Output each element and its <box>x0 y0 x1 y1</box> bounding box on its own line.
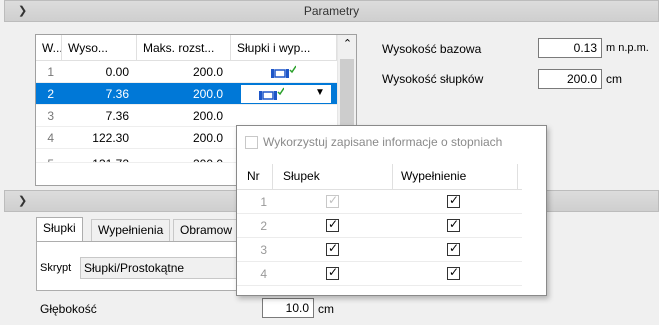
dropdown-arrow-icon[interactable]: ▼ <box>315 87 325 98</box>
tab-obramowanie[interactable]: Obramow <box>173 219 239 241</box>
table-row[interactable]: 1 0.00 200.0 <box>36 61 338 83</box>
row-number: 4 <box>260 267 267 281</box>
popup-row: 2 ✓ ✓ <box>237 214 522 238</box>
popup-row: 4 ✓ ✓ <box>237 262 522 286</box>
height-cell[interactable]: 0.00 <box>62 61 137 83</box>
post-checkbox: ✓ <box>326 193 339 208</box>
depth-label: Głębokość <box>40 302 97 316</box>
height-cell[interactable]: 122.30 <box>62 127 137 149</box>
height-cell[interactable]: 7.36 <box>62 83 137 105</box>
height-cell[interactable]: 7.36 <box>62 105 137 127</box>
column-header-wypelnienie: Wypełnienie <box>401 169 467 183</box>
railing-icon[interactable] <box>270 65 296 79</box>
max-spacing-cell[interactable]: 200.0 <box>137 83 231 105</box>
scroll-up-icon[interactable]: ⌃ <box>338 37 356 50</box>
popup-row: 1 ✓ ✓ <box>237 190 522 214</box>
row-number: 1 <box>260 195 267 209</box>
tab-wypelnienia[interactable]: Wypełnienia <box>91 219 171 241</box>
fill-checkbox[interactable]: ✓ <box>447 217 460 232</box>
popup-table-header: Nr Słupek Wypełnienie <box>237 164 522 190</box>
row-number: 2 <box>260 219 267 233</box>
parametry-header[interactable]: ❯ Parametry <box>4 0 659 22</box>
post-checkbox[interactable]: ✓ <box>326 265 339 280</box>
row-number: 3 <box>260 243 267 257</box>
scroll-thumb[interactable] <box>340 59 354 134</box>
max-spacing-cell[interactable]: 200.0 <box>137 127 231 149</box>
height-cell[interactable]: 131.72 <box>62 153 137 162</box>
use-saved-info-label: Wykorzystuj zapisane informacje o stopni… <box>263 135 503 149</box>
column-header-slupek: Słupek <box>283 169 320 183</box>
fill-checkbox[interactable]: ✓ <box>447 265 460 280</box>
popup-row: 3 ✓ ✓ <box>237 238 522 262</box>
table-row-selected[interactable]: 2 7.36 200.0 ▼ <box>36 83 338 105</box>
row-number: 5 <box>36 153 62 162</box>
railing-icon <box>259 87 284 100</box>
base-height-label: Wysokość bazowa <box>382 42 482 56</box>
fill-checkbox[interactable]: ✓ <box>447 193 460 208</box>
column-header-maks[interactable]: Maks. rozst... <box>137 35 231 61</box>
row-number: 3 <box>47 109 54 123</box>
railing-dropdown[interactable]: ▼ <box>240 84 332 104</box>
table-row[interactable]: 3 7.36 200.0 <box>36 105 338 127</box>
depth-input[interactable]: 10.0 <box>262 298 314 318</box>
post-height-unit: cm <box>606 72 622 86</box>
max-spacing-cell[interactable]: 200.0 <box>137 153 231 162</box>
base-height-input[interactable]: 0.13 <box>538 38 602 58</box>
row-number: 1 <box>47 65 54 79</box>
column-header-wysokosc[interactable]: Wyso... <box>62 35 137 61</box>
railing-popup: Wykorzystuj zapisane informacje o stopni… <box>236 125 547 296</box>
fill-checkbox[interactable]: ✓ <box>447 241 460 256</box>
column-header-w[interactable]: W... <box>36 35 62 61</box>
script-select[interactable]: Słupki/Prostokątne <box>80 257 240 279</box>
base-height-unit: m n.p.m. <box>606 42 649 54</box>
grid-header: W... Wyso... Maks. rozst... Słupki i wyp… <box>36 35 338 61</box>
post-checkbox[interactable]: ✓ <box>326 241 339 256</box>
max-spacing-cell[interactable]: 200.0 <box>137 105 231 127</box>
section-title: Parametry <box>303 4 360 18</box>
script-label: Skrypt <box>40 262 72 274</box>
row-number: 2 <box>47 87 54 101</box>
tab-slupki[interactable]: Słupki <box>36 217 83 242</box>
column-header-nr: Nr <box>247 169 260 183</box>
max-spacing-cell[interactable]: 200.0 <box>137 61 231 83</box>
row-number: 4 <box>47 131 54 145</box>
depth-unit: cm <box>318 302 334 316</box>
column-header-slupki[interactable]: Słupki i wyp... <box>231 35 337 61</box>
post-checkbox[interactable]: ✓ <box>326 217 339 232</box>
chevron-down-icon[interactable]: ❯ <box>18 194 27 207</box>
post-height-label: Wysokość słupków <box>382 72 484 86</box>
use-saved-info-checkbox[interactable] <box>245 136 258 149</box>
post-height-input[interactable]: 200.0 <box>538 69 602 89</box>
